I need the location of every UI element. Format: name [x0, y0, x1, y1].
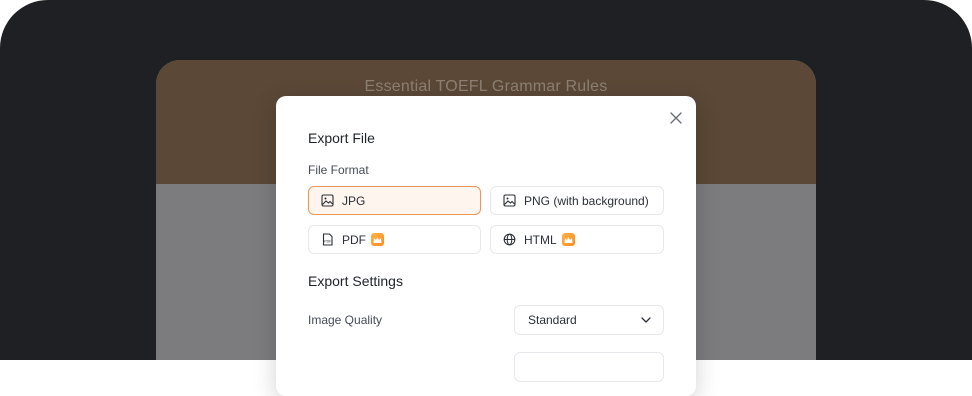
format-option-png[interactable]: PNG (with background)	[490, 186, 664, 215]
image-icon	[502, 194, 516, 208]
chevron-down-icon	[641, 317, 651, 323]
close-icon	[670, 112, 682, 124]
image-quality-label: Image Quality	[308, 313, 383, 327]
pdf-file-icon: PDF	[320, 233, 334, 247]
close-button[interactable]	[666, 108, 686, 128]
globe-icon	[502, 233, 516, 247]
secondary-setting-select[interactable]	[514, 352, 664, 382]
format-label: PDF	[342, 232, 366, 247]
format-label: HTML	[524, 232, 557, 247]
export-dialog: Export File File Format JPG PNG (with ba…	[276, 96, 696, 396]
image-quality-select[interactable]: Standard	[514, 305, 664, 335]
file-format-label: File Format	[308, 163, 369, 177]
crown-icon	[371, 233, 384, 246]
image-icon	[320, 194, 334, 208]
crown-icon	[561, 233, 575, 246]
format-label: JPG	[342, 193, 366, 208]
document-title: Essential TOEFL Grammar Rules	[364, 78, 608, 95]
svg-text:PDF: PDF	[324, 240, 332, 244]
export-settings-title: Export Settings	[308, 273, 403, 289]
dialog-title: Export File	[308, 130, 375, 146]
format-option-pdf[interactable]: PDF PDF	[308, 225, 481, 254]
format-label: PNG (with background)	[524, 193, 649, 208]
format-option-html[interactable]: HTML	[490, 225, 664, 254]
image-quality-value: Standard	[528, 313, 577, 327]
format-option-jpg[interactable]: JPG	[308, 186, 481, 215]
